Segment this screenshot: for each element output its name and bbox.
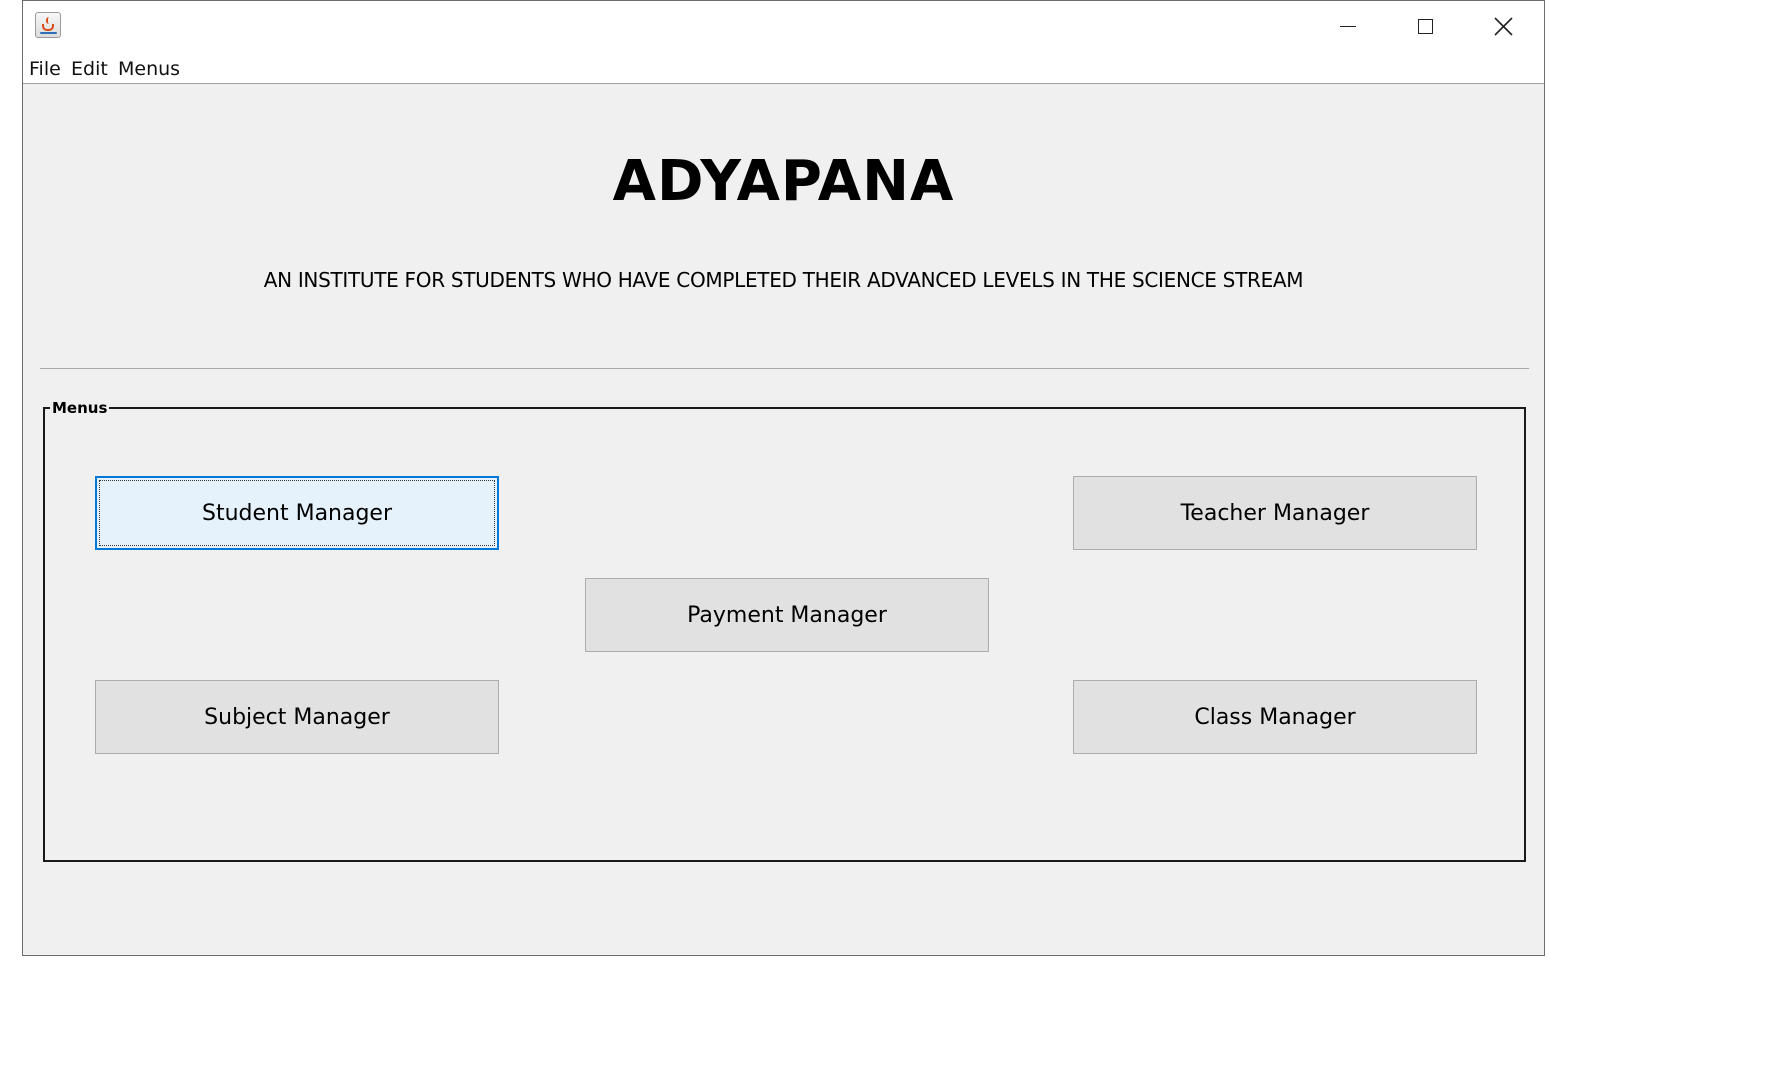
app-subtitle: AN INSTITUTE FOR STUDENTS WHO HAVE COMPL… — [263, 268, 1304, 292]
menus-group-panel: Menus Student Manager Teacher Manager Pa… — [43, 398, 1526, 862]
class-manager-label: Class Manager — [1194, 704, 1356, 730]
app-title: ADYAPANA — [612, 149, 955, 214]
maximize-icon — [1418, 19, 1433, 34]
teacher-manager-button[interactable]: Teacher Manager — [1073, 476, 1477, 550]
subject-manager-button[interactable]: Subject Manager — [95, 680, 499, 754]
menu-file[interactable]: File — [29, 57, 61, 81]
student-manager-label: Student Manager — [201, 500, 393, 526]
close-icon — [1494, 17, 1513, 36]
maximize-button[interactable] — [1386, 1, 1464, 51]
class-manager-button[interactable]: Class Manager — [1073, 680, 1477, 754]
teacher-manager-label: Teacher Manager — [1180, 500, 1370, 526]
payment-manager-button[interactable]: Payment Manager — [585, 578, 989, 652]
menu-menus[interactable]: Menus — [118, 57, 180, 81]
payment-manager-label: Payment Manager — [687, 602, 887, 628]
close-button[interactable] — [1464, 1, 1542, 51]
horizontal-separator — [40, 368, 1529, 369]
menu-bar: File Edit Menus — [23, 51, 1544, 84]
app-window: File Edit Menus ADYAPANA AN INSTITUTE FO… — [22, 0, 1545, 956]
title-bar[interactable] — [23, 1, 1544, 51]
student-manager-button[interactable]: Student Manager — [95, 476, 499, 550]
minimize-button[interactable] — [1308, 1, 1386, 51]
menu-edit[interactable]: Edit — [71, 57, 108, 81]
minimize-icon — [1340, 26, 1356, 27]
subject-manager-label: Subject Manager — [204, 704, 390, 730]
java-cup-icon[interactable] — [35, 12, 61, 38]
menus-group-legend: Menus — [50, 398, 110, 418]
